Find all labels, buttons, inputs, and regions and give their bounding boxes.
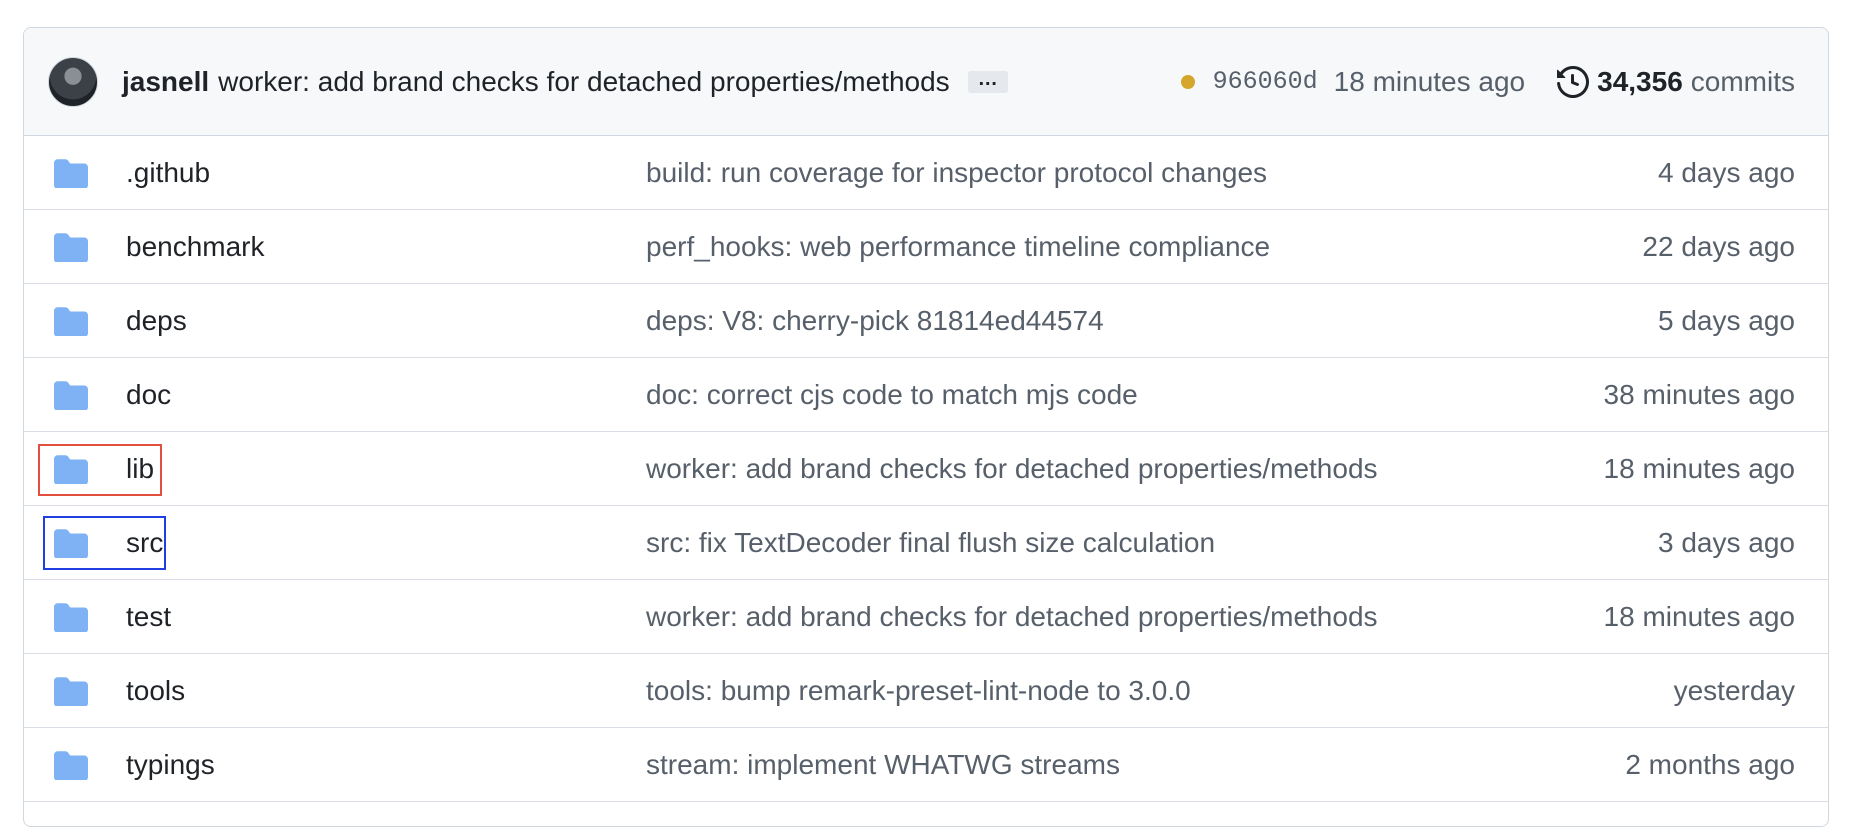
file-name-link[interactable]: test bbox=[126, 601, 646, 633]
folder-icon bbox=[54, 750, 88, 780]
file-commit-time: 18 minutes ago bbox=[1603, 600, 1795, 632]
commit-status-dot-icon[interactable] bbox=[1180, 74, 1195, 89]
commit-time: 18 minutes ago bbox=[1333, 65, 1526, 97]
file-commit-time: 2 months ago bbox=[1625, 748, 1795, 780]
folder-icon bbox=[54, 232, 88, 262]
file-commit-message-link[interactable]: src: fix TextDecoder final flush size ca… bbox=[646, 527, 1658, 559]
file-row[interactable]: typings stream: implement WHATWG streams 2… bbox=[24, 728, 1828, 802]
file-row[interactable]: doc doc: correct cjs code to match mjs co… bbox=[24, 358, 1828, 432]
file-commit-time: 4 days ago bbox=[1658, 156, 1795, 188]
commit-count: 34,356 bbox=[1597, 65, 1683, 97]
file-commit-message-link[interactable]: tools: bump remark-preset-lint-node to 3… bbox=[646, 675, 1674, 707]
file-row[interactable]: lib worker: add brand checks for detached… bbox=[24, 432, 1828, 506]
author-avatar[interactable] bbox=[48, 56, 98, 107]
file-row[interactable]: .github build: run coverage for inspector… bbox=[24, 136, 1828, 210]
repo-file-browser: jasnell worker: add brand checks for det… bbox=[23, 27, 1829, 827]
file-commit-time: 18 minutes ago bbox=[1603, 452, 1795, 484]
file-commit-message-link[interactable]: perf_hooks: web performance timeline com… bbox=[646, 231, 1642, 263]
file-row[interactable]: deps deps: V8: cherry-pick 81814ed44574 5 … bbox=[24, 284, 1828, 358]
folder-icon bbox=[54, 306, 88, 336]
file-name-link[interactable]: lib bbox=[126, 453, 646, 485]
file-name-link[interactable]: .github bbox=[126, 157, 646, 189]
commit-message-link[interactable]: worker: add brand checks for detached pr… bbox=[218, 66, 950, 98]
commit-meta: 966060d 18 minutes ago 34,356 commits bbox=[1180, 65, 1795, 98]
file-commit-time: yesterday bbox=[1673, 674, 1795, 706]
commit-history-link[interactable]: 34,356 commits bbox=[1557, 66, 1795, 98]
commit-author-link[interactable]: jasnell bbox=[122, 66, 209, 98]
expand-commit-message-button[interactable]: … bbox=[967, 69, 1008, 93]
file-commit-message-link[interactable]: worker: add brand checks for detached pr… bbox=[646, 453, 1604, 485]
file-row[interactable]: benchmark perf_hooks: web performance tim… bbox=[24, 210, 1828, 284]
file-row[interactable]: test worker: add brand checks for detache… bbox=[24, 580, 1828, 654]
file-name-link[interactable]: doc bbox=[126, 379, 646, 411]
history-icon bbox=[1557, 65, 1590, 98]
folder-icon bbox=[54, 454, 88, 484]
file-commit-message-link[interactable]: worker: add brand checks for detached pr… bbox=[646, 601, 1604, 633]
file-commit-message-link[interactable]: build: run coverage for inspector protoc… bbox=[646, 157, 1658, 189]
folder-icon bbox=[54, 380, 88, 410]
folder-icon bbox=[54, 602, 88, 632]
file-list: .github build: run coverage for inspector… bbox=[24, 136, 1828, 802]
file-row[interactable]: tools tools: bump remark-preset-lint-node… bbox=[24, 654, 1828, 728]
file-name-link[interactable]: benchmark bbox=[126, 231, 646, 263]
file-commit-message-link[interactable]: stream: implement WHATWG streams bbox=[646, 749, 1625, 781]
file-name-link[interactable]: typings bbox=[126, 749, 646, 781]
latest-commit-bar: jasnell worker: add brand checks for det… bbox=[24, 28, 1828, 136]
commit-sha-link[interactable]: 966060d bbox=[1213, 67, 1318, 96]
file-commit-time: 5 days ago bbox=[1658, 304, 1795, 336]
file-name-link[interactable]: tools bbox=[126, 675, 646, 707]
folder-icon bbox=[54, 528, 88, 558]
commits-label: commits bbox=[1690, 65, 1795, 97]
file-commit-message-link[interactable]: doc: correct cjs code to match mjs code bbox=[646, 379, 1604, 411]
file-commit-time: 22 days ago bbox=[1642, 230, 1795, 262]
folder-icon bbox=[54, 676, 88, 706]
file-commit-time: 38 minutes ago bbox=[1603, 378, 1795, 410]
folder-icon bbox=[54, 158, 88, 188]
file-row[interactable]: src src: fix TextDecoder final flush size… bbox=[24, 506, 1828, 580]
file-commit-message-link[interactable]: deps: V8: cherry-pick 81814ed44574 bbox=[646, 305, 1658, 337]
file-name-link[interactable]: src bbox=[126, 527, 646, 559]
file-commit-time: 3 days ago bbox=[1658, 526, 1795, 558]
file-name-link[interactable]: deps bbox=[126, 305, 646, 337]
